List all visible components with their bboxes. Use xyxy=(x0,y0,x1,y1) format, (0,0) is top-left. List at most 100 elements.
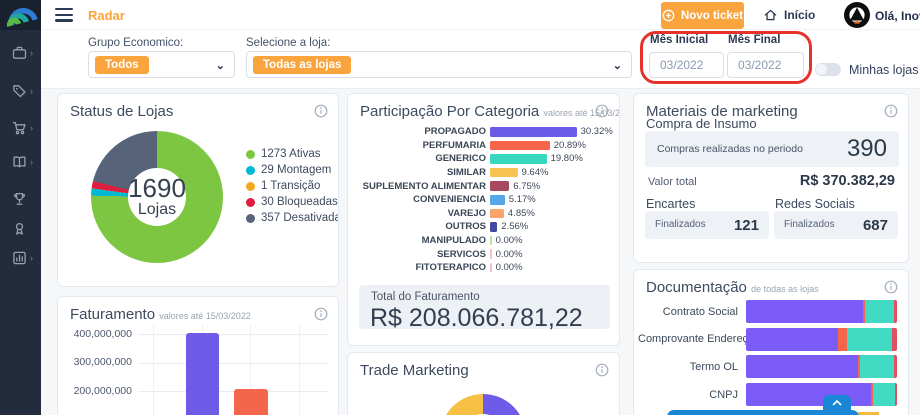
sidebar-item-medal[interactable] xyxy=(0,220,41,242)
info-icon[interactable] xyxy=(595,104,609,118)
briefcase-icon xyxy=(0,45,28,66)
info-icon[interactable] xyxy=(884,280,898,294)
sidebar-item-briefcase[interactable]: › xyxy=(0,44,41,66)
categoria-label: SERVICOS xyxy=(348,249,486,260)
categoria-row: PROPAGADO30.32% xyxy=(348,125,619,139)
redes-sociais-heading: Redes Sociais xyxy=(775,197,855,211)
sidebar-item-bar-chart[interactable]: › xyxy=(0,249,41,271)
categoria-row: GENERICO19.80% xyxy=(348,152,619,166)
sidebar-item-book[interactable]: › xyxy=(0,153,41,175)
categoria-value: 20.89% xyxy=(554,140,586,151)
categoria-value: 0.00% xyxy=(496,262,523,273)
doc-segment-red xyxy=(894,355,897,378)
categoria-bar xyxy=(490,249,492,259)
cart-icon xyxy=(0,120,28,141)
inicio-label: Início xyxy=(784,8,815,22)
loja-label: Selecione a loja: xyxy=(246,37,330,49)
info-icon[interactable] xyxy=(884,104,898,118)
grupo-economico-value-chip: Todos xyxy=(95,56,149,74)
mes-inicial-input[interactable] xyxy=(649,52,724,78)
user-greeting: Olá, Inovação xyxy=(875,9,920,23)
medal-icon xyxy=(0,221,28,242)
compra-insumo-heading: Compra de Insumo xyxy=(646,116,757,131)
categoria-row: FITOTERAPICO 0.00% xyxy=(348,261,619,275)
avatar[interactable] xyxy=(844,2,870,28)
sidebar-item-trophy[interactable] xyxy=(0,190,41,212)
valor-total-value: R$ 370.382,29 xyxy=(800,173,895,189)
mes-final-input[interactable] xyxy=(727,52,804,78)
inicio-button[interactable]: Início xyxy=(763,4,815,26)
categoria-label: FITOTERAPICO xyxy=(348,262,486,273)
categoria-bar xyxy=(490,209,504,219)
page-title: Radar xyxy=(88,8,125,23)
categoria-bar xyxy=(490,168,518,178)
legend-label: 357 Desativadas xyxy=(261,212,339,224)
encartes-heading: Encartes xyxy=(646,197,695,211)
mes-final-label: Mês Final xyxy=(728,34,780,46)
doc-segment-red xyxy=(895,383,897,406)
categoria-label: VAREJO xyxy=(348,208,486,219)
chevron-right-icon: › xyxy=(30,48,33,58)
categoria-value: 2.56% xyxy=(501,221,528,232)
chevron-down-icon: ⌄ xyxy=(613,59,622,72)
tag-icon xyxy=(0,83,28,104)
participacao-categoria-card: Participação Por Categoria valores até 1… xyxy=(347,93,620,346)
total-faturamento-box: Total do Faturamento R$ 208.066.781,22 xyxy=(359,285,610,329)
legend-dot xyxy=(246,214,255,223)
info-icon[interactable] xyxy=(595,363,609,377)
compras-realizadas-value: 390 xyxy=(847,135,887,163)
categoria-row: OUTROS 2.56% xyxy=(348,220,619,234)
doc-segment-teal xyxy=(860,355,894,378)
categoria-label: SUPLEMENTO ALIMENTAR xyxy=(348,181,486,192)
categoria-row: SIMILAR9.64% xyxy=(348,166,619,180)
scroll-up-tab[interactable] xyxy=(823,395,851,410)
bottom-widget-bar[interactable] xyxy=(667,410,859,415)
doc-segment-purple xyxy=(746,355,858,378)
redes-finalizados-box: Finalizados 687 xyxy=(774,211,898,239)
status-legend: 1273 Ativas29 Montagem1 Transição30 Bloq… xyxy=(246,146,339,226)
grupo-economico-select[interactable]: Todos ⌄ xyxy=(88,51,235,78)
card-title: Trade Marketing xyxy=(360,362,469,379)
status-de-lojas-card: Status de Lojas 1690 Lojas 1273 Ativas29… xyxy=(57,93,339,287)
legend-item: 357 Desativadas xyxy=(246,210,339,226)
legend-item: 29 Montagem xyxy=(246,162,339,178)
documentacao-row: CNPJ xyxy=(638,381,896,409)
bar-chart-icon xyxy=(0,250,28,271)
categoria-value: 19.80% xyxy=(551,153,583,164)
card-title: Faturamento xyxy=(70,306,155,323)
chevron-right-icon: › xyxy=(30,157,33,167)
categoria-bar xyxy=(490,263,492,273)
info-icon[interactable] xyxy=(314,104,328,118)
trade-donut-chart xyxy=(440,394,526,415)
hamburger-menu-icon[interactable] xyxy=(55,8,73,25)
categoria-label: MANIPULADO xyxy=(348,235,486,246)
documentacao-row: Termo OL xyxy=(638,353,896,381)
plus-circle-icon xyxy=(662,9,675,22)
book-icon xyxy=(0,154,28,175)
minhas-lojas-toggle[interactable] xyxy=(815,63,841,76)
grupo-economico-label: Grupo Economico: xyxy=(88,37,183,49)
y-tick-label: 300,000,000 xyxy=(62,356,132,368)
legend-dot xyxy=(246,182,255,191)
donut-center: 1690 Lojas xyxy=(128,168,186,226)
gridline xyxy=(153,325,154,415)
novo-ticket-button[interactable]: Novo ticket xyxy=(661,2,744,29)
sidebar-item-tag[interactable]: › xyxy=(0,82,41,104)
total-faturamento-label: Total do Faturamento xyxy=(371,291,480,303)
minhas-lojas-label: Minhas lojas xyxy=(849,63,918,77)
card-title: Documentação xyxy=(646,279,747,296)
compras-realizadas-label: Compras realizadas no periodo xyxy=(657,143,803,155)
doc-segment-purple xyxy=(746,328,838,351)
redes-finalizados-label: Finalizados xyxy=(784,219,835,230)
info-icon[interactable] xyxy=(314,307,328,321)
categoria-label: OUTROS xyxy=(348,221,486,232)
dashboard: Status de Lojas 1690 Lojas 1273 Ativas29… xyxy=(41,88,920,415)
categoria-row: SUPLEMENTO ALIMENTAR6.75% xyxy=(348,179,619,193)
sidebar-item-cart[interactable]: › xyxy=(0,119,41,141)
loja-select[interactable]: Todas as lojas ⌄ xyxy=(246,51,632,78)
card-title: Status de Lojas xyxy=(70,103,173,120)
app-logo[interactable] xyxy=(0,0,41,30)
chevron-right-icon: › xyxy=(30,253,33,263)
y-tick-label: 200,000,000 xyxy=(62,385,132,397)
legend-dot xyxy=(246,150,255,159)
